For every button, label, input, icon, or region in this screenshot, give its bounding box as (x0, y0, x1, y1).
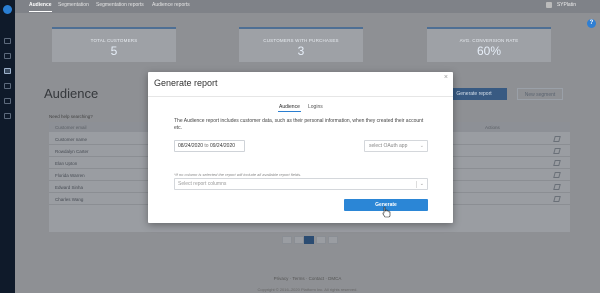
stat-value: 3 (297, 44, 305, 58)
reports-icon[interactable] (4, 53, 11, 59)
dashboard-icon[interactable] (4, 38, 11, 44)
tab-audience-reports[interactable]: Audience reports (152, 2, 190, 8)
pagination-current[interactable] (304, 236, 314, 244)
modal-divider (148, 96, 453, 97)
edit-icon[interactable] (553, 136, 561, 142)
stat-label: TOTAL CUSTOMERS (90, 38, 138, 43)
help-button[interactable]: ? (587, 19, 596, 28)
footer-links[interactable]: Privacy · Terms · Contact · DMCA (0, 276, 600, 281)
date-start: 08/24/2020 (178, 143, 204, 149)
date-separator: to (204, 143, 209, 149)
customer-name: Edward Sinha (55, 185, 84, 190)
campaigns-icon[interactable] (4, 83, 11, 89)
select-divider (416, 181, 417, 188)
hand-cursor-icon (382, 206, 391, 218)
chevron-down-icon: ⌄ (419, 143, 424, 149)
customer-name: Charles Wang (55, 197, 84, 202)
oauth-placeholder: select OAuth app (369, 143, 408, 149)
date-end: 09/24/2020 (209, 143, 236, 149)
footer-copyright: Copyright © 2016–2020 Platform Inc. All … (257, 287, 358, 292)
modal-tab-logins[interactable]: Logins (308, 104, 323, 110)
columns-placeholder: Select report columns (178, 181, 227, 187)
modal-title: Generate report (154, 78, 218, 88)
close-icon[interactable]: × (444, 74, 448, 81)
edit-icon[interactable] (553, 160, 561, 166)
report-description: The Audience report includes customer da… (174, 118, 424, 131)
stat-value: 60% (476, 44, 502, 58)
sidebar (0, 0, 15, 293)
stat-label: CUSTOMERS WITH PURCHASES (263, 38, 339, 43)
pagination-next-page[interactable] (316, 236, 326, 244)
oauth-app-select[interactable]: select OAuth app ⌄ (364, 140, 428, 152)
customer-name: Elan Upton (55, 161, 78, 166)
date-range-input[interactable]: 08/24/2020 to 09/24/2020 (174, 140, 245, 152)
chevron-down-icon[interactable]: ⌄ (420, 179, 424, 189)
customer-name: Rowdalyn Carter (55, 149, 89, 154)
edit-icon[interactable] (553, 196, 561, 202)
report-columns-select[interactable]: Select report columns ⌄ (174, 178, 428, 190)
audience-icon[interactable] (4, 68, 11, 74)
new-segment-button[interactable]: New segment (517, 88, 563, 100)
page-title: Audience (44, 86, 99, 101)
edit-icon[interactable] (553, 148, 561, 154)
edit-icon[interactable] (553, 172, 561, 178)
settings-icon[interactable] (4, 113, 11, 119)
customer-name: Customer name (55, 137, 88, 142)
stat-card-avg-conversion-rate: AVG. CONVERSION RATE 60% (427, 27, 551, 62)
calendar-icon[interactable] (4, 98, 11, 104)
pagination-prev-page[interactable] (294, 236, 304, 244)
column-header-email[interactable]: Customer email (55, 125, 87, 130)
stat-card-total-customers: TOTAL CUSTOMERS 5 (52, 27, 176, 62)
modal-tab-audience[interactable]: Audience (278, 104, 301, 112)
column-header-actions: Actions (485, 125, 500, 130)
columns-hint: *If no column is selected the report wil… (174, 172, 302, 177)
logo-icon[interactable] (3, 5, 12, 14)
search-help-link[interactable]: Need help searching? (49, 114, 93, 119)
user-avatar[interactable] (546, 2, 552, 8)
stat-card-customers-with-purchases: CUSTOMERS WITH PURCHASES 3 (239, 27, 363, 62)
pagination-next[interactable] (328, 236, 338, 244)
tab-audience[interactable]: Audience (29, 2, 52, 12)
user-name[interactable]: SYPlatin (557, 2, 576, 8)
tab-segmentation-reports[interactable]: Segmentation reports (96, 2, 144, 8)
stat-value: 5 (110, 44, 118, 58)
tab-segmentation[interactable]: Segmentation (58, 2, 89, 8)
customer-name: Florida Warren (55, 173, 85, 178)
generate-report-modal: Generate report × Audience Logins The Au… (148, 72, 453, 223)
pagination-prev[interactable] (282, 236, 292, 244)
top-navigation: Audience Segmentation Segmentation repor… (15, 0, 600, 13)
edit-icon[interactable] (553, 184, 561, 190)
stat-label: AVG. CONVERSION RATE (459, 38, 519, 43)
